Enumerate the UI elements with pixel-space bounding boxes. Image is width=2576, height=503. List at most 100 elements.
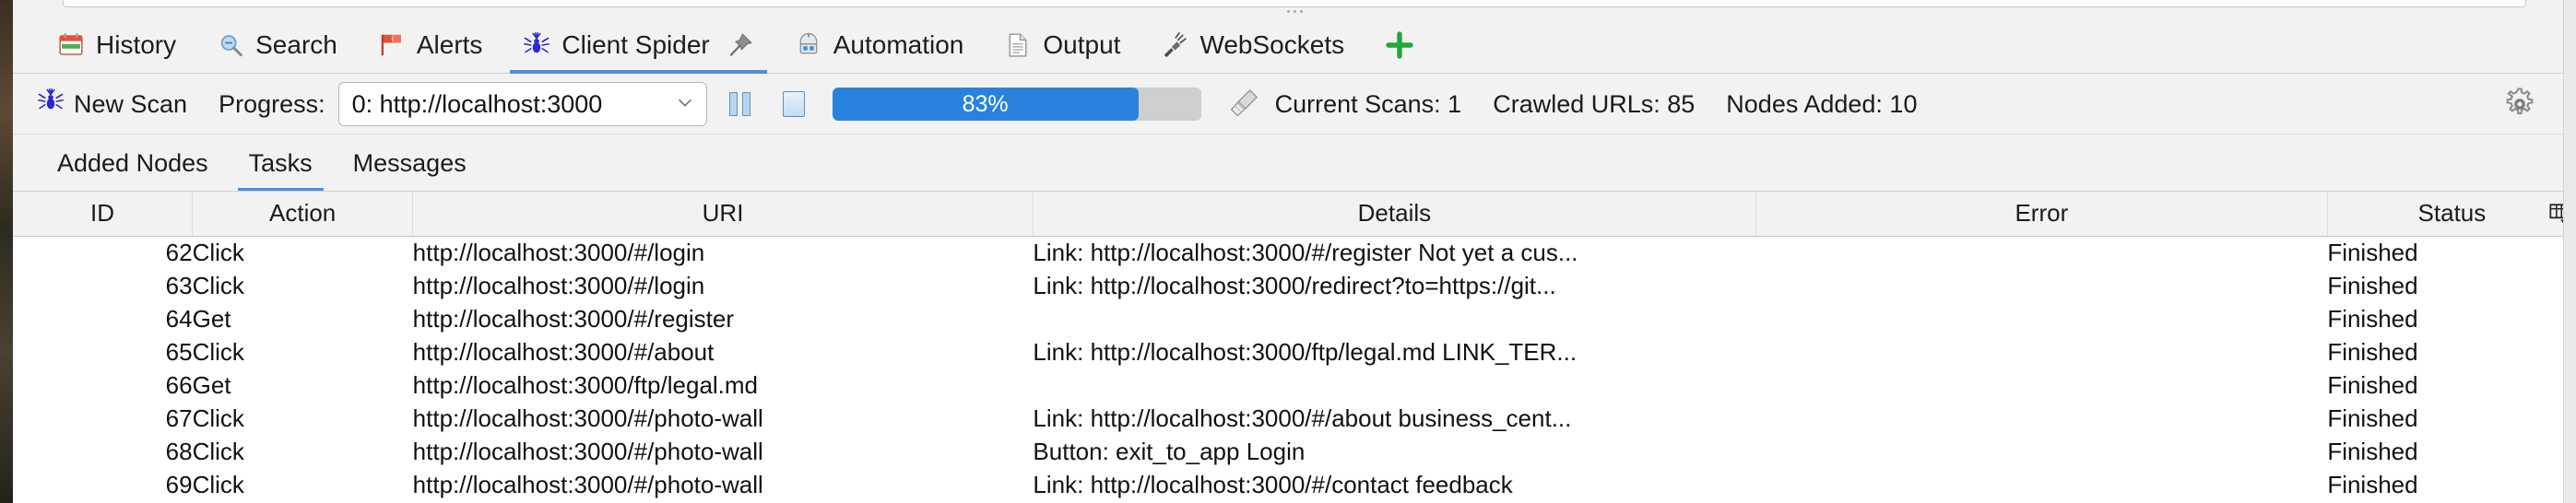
- stat-item: Crawled URLs: 85: [1493, 89, 1696, 118]
- table-body: 62 Click http://localhost:3000/#/login Link…: [13, 236, 2576, 501]
- desktop-background-edge: [0, 0, 13, 503]
- cell-id: 69: [13, 468, 193, 501]
- column-header-status[interactable]: Status: [2327, 192, 2576, 237]
- column-header-uri[interactable]: URI: [412, 192, 1034, 237]
- cell-action: Click: [192, 435, 413, 468]
- subtab-tasks[interactable]: Tasks: [229, 135, 333, 192]
- alerts-flag-icon: [378, 31, 406, 59]
- spider-icon: [523, 31, 550, 59]
- websockets-plug-icon: [1161, 31, 1188, 59]
- cell-id: 62: [13, 236, 193, 269]
- cell-error: [1755, 269, 2328, 302]
- cell-error: [1755, 402, 2328, 435]
- spider-toolbar: New Scan Progress: 0: http://localhost:3…: [13, 74, 2576, 135]
- cell-details: Link: http://localhost:3000/#/about busi…: [1033, 402, 1756, 435]
- main-tab-bar: History Search Alerts Client Spider Automati…: [13, 17, 2576, 74]
- table-row[interactable]: 62 Click http://localhost:3000/#/login Link…: [13, 236, 2576, 269]
- table-row[interactable]: 63 Click http://localhost:3000/#/login Link…: [13, 269, 2576, 302]
- pause-icon: [729, 92, 751, 116]
- progress-label: Progress:: [219, 89, 325, 118]
- cell-status: Finished: [2327, 435, 2576, 468]
- tab-output[interactable]: Output: [984, 17, 1140, 74]
- cell-action: Click: [192, 236, 413, 269]
- pause-scan-button[interactable]: [720, 84, 761, 124]
- cell-error: [1755, 236, 2328, 269]
- tab-label: Output: [1043, 30, 1121, 59]
- tab-label: Automation: [833, 30, 964, 59]
- cell-error: [1755, 302, 2328, 335]
- cell-uri: http://localhost:3000/ftp/legal.md: [412, 368, 1034, 402]
- cell-status: Finished: [2327, 335, 2576, 368]
- cell-id: 66: [13, 368, 193, 402]
- subtab-label: Added Nodes: [57, 148, 208, 177]
- stat-item: Nodes Added: 10: [1726, 89, 1918, 118]
- subtab-label: Messages: [352, 148, 467, 177]
- table-header-row: ID Action URI Details Error Status: [13, 192, 2576, 237]
- tasks-table-container: ID Action URI Details Error Status 62 Click htt…: [13, 192, 2576, 503]
- gear-icon[interactable]: [2502, 87, 2537, 122]
- cell-id: 67: [13, 402, 193, 435]
- cell-action: Click: [192, 402, 413, 435]
- tab-search[interactable]: Search: [196, 17, 358, 74]
- column-header-label: Action: [269, 199, 337, 228]
- broom-clear-icon[interactable]: [1225, 86, 1262, 123]
- spider-sub-tab-bar: Added Nodes Tasks Messages: [13, 135, 2576, 192]
- column-header-action[interactable]: Action: [192, 192, 414, 237]
- new-scan-button[interactable]: New Scan: [37, 88, 187, 122]
- table-row[interactable]: 67 Click http://localhost:3000/#/photo-wal…: [13, 402, 2576, 435]
- cell-uri: http://localhost:3000/#/photo-wall: [412, 468, 1034, 501]
- cell-id: 64: [13, 302, 193, 335]
- cell-uri: http://localhost:3000/#/login: [412, 269, 1034, 302]
- tasks-table: ID Action URI Details Error Status 62 Click htt…: [13, 192, 2576, 501]
- cell-action: Click: [192, 468, 413, 501]
- cell-error: [1755, 335, 2328, 368]
- tab-websockets[interactable]: WebSockets: [1140, 17, 1365, 74]
- table-row[interactable]: 64 Get http://localhost:3000/#/register Fin…: [13, 302, 2576, 335]
- cell-status: Finished: [2327, 236, 2576, 269]
- search-magnifier-icon: [217, 31, 244, 59]
- subtab-messages[interactable]: Messages: [333, 135, 487, 192]
- cell-error: [1755, 435, 2328, 468]
- cell-details: Link: http://localhost:3000/ftp/legal.md…: [1033, 335, 1756, 368]
- history-calendar-icon: [57, 31, 85, 59]
- zap-client-spider-panel: History Search Alerts Client Spider Automati…: [13, 0, 2576, 503]
- cell-details: [1033, 368, 1756, 402]
- tab-alerts[interactable]: Alerts: [358, 17, 503, 74]
- stat-item: Current Scans: 1: [1274, 89, 1462, 118]
- tab-client-spider[interactable]: Client Spider: [502, 17, 774, 74]
- splitter-grip-handle[interactable]: [1279, 9, 1310, 14]
- window-right-edge: [2563, 0, 2576, 503]
- cell-id: 68: [13, 435, 193, 468]
- tab-history[interactable]: History: [37, 17, 196, 74]
- subtab-label: Tasks: [248, 148, 313, 177]
- column-header-label: Error: [2015, 199, 2069, 228]
- table-row[interactable]: 66 Get http://localhost:3000/ftp/legal.md F…: [13, 368, 2576, 402]
- cell-error: [1755, 468, 2328, 501]
- column-header-label: URI: [702, 199, 744, 228]
- column-header-error[interactable]: Error: [1755, 192, 2328, 237]
- cell-uri: http://localhost:3000/#/photo-wall: [412, 402, 1034, 435]
- cell-status: Finished: [2327, 468, 2576, 501]
- table-row[interactable]: 68 Click http://localhost:3000/#/photo-wal…: [13, 435, 2576, 468]
- subtab-added-nodes[interactable]: Added Nodes: [37, 135, 229, 192]
- scan-stats: Current Scans: 1 Crawled URLs: 85 Nodes Ad…: [1275, 90, 1918, 119]
- column-header-id[interactable]: ID: [13, 192, 194, 237]
- progress-percent-label: 83%: [962, 90, 1009, 117]
- cell-action: Get: [192, 368, 413, 402]
- column-header-details[interactable]: Details: [1033, 192, 1756, 237]
- pin-icon[interactable]: [727, 31, 754, 59]
- scan-select-dropdown[interactable]: 0: http://localhost:3000: [337, 82, 707, 126]
- cell-id: 65: [13, 335, 193, 368]
- table-row[interactable]: 69 Click http://localhost:3000/#/photo-wal…: [13, 468, 2576, 501]
- cell-status: Finished: [2327, 302, 2576, 335]
- cell-action: Click: [192, 335, 413, 368]
- add-tab-button[interactable]: [1381, 27, 1418, 64]
- cell-uri: http://localhost:3000/#/about: [412, 335, 1034, 368]
- stop-scan-button[interactable]: [774, 84, 814, 124]
- table-row[interactable]: 65 Click http://localhost:3000/#/about Link…: [13, 335, 2576, 368]
- tab-automation[interactable]: Automation: [774, 17, 985, 74]
- cell-error: [1755, 368, 2328, 402]
- upper-panel-bottom-edge: [63, 0, 2526, 7]
- cell-status: Finished: [2327, 402, 2576, 435]
- panel-splitter-area: [13, 0, 2576, 17]
